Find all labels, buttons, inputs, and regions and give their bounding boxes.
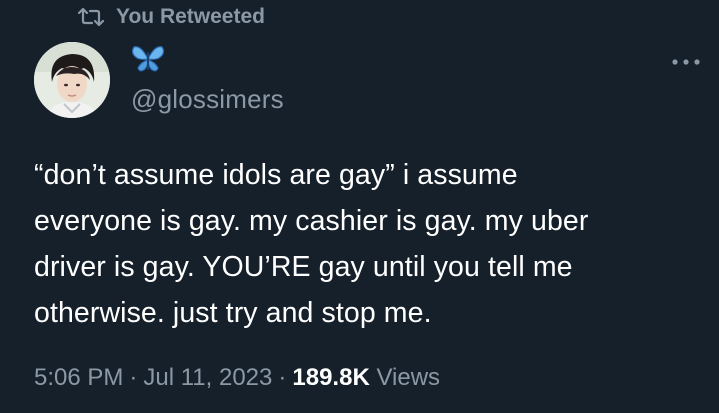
display-name[interactable] [131,44,284,78]
tweet-time[interactable]: 5:06 PM [34,364,123,391]
retweet-icon [78,7,104,27]
views-label[interactable]: Views [376,364,440,391]
tweet-meta: 5:06 PM · Jul 11, 2023 · 189.8K Views [34,364,440,392]
author-header[interactable]: @glossimers [131,44,284,115]
meta-separator: · [278,364,287,391]
tweet-date[interactable]: Jul 11, 2023 [143,364,272,391]
more-horizontal-icon [671,53,701,71]
butterfly-emoji-icon [131,44,165,79]
tweet-text: “don’t assume idols are gay” i assume ev… [34,152,694,336]
retweet-label: You Retweeted [116,5,265,28]
avatar[interactable] [34,42,110,118]
tweet-text-line: everyone is gay. my cashier is gay. my u… [34,205,589,237]
views-count[interactable]: 189.8K [292,364,369,391]
meta-separator: · [129,364,138,391]
more-options-button[interactable] [669,50,703,74]
retweet-context[interactable]: You Retweeted [78,4,265,30]
author-handle[interactable]: @glossimers [131,84,284,115]
tweet-text-line: otherwise. just try and stop me. [34,297,432,329]
tweet-text-line: driver is gay. YOU’RE gay until you tell… [34,251,573,283]
tweet-text-line: “don’t assume idols are gay” i assume [34,159,518,191]
